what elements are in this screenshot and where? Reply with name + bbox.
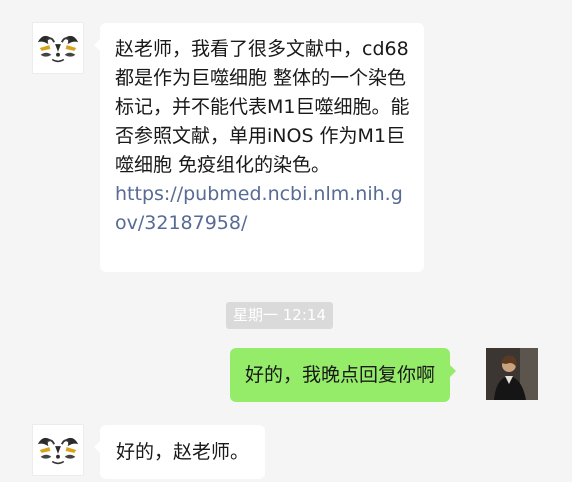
contact-avatar[interactable] xyxy=(32,22,84,74)
message-link[interactable]: https://pubmed.ncbi.nlm.nih.gov/32187958… xyxy=(115,180,412,238)
message-bubble-incoming[interactable]: 赵老师，我看了很多文献中，cd68 都是作为巨噬细胞 整体的一个染色标记，并不能… xyxy=(94,23,424,272)
message-text: 赵老师，我看了很多文献中，cd68 都是作为巨噬细胞 整体的一个染色标记，并不能… xyxy=(115,38,410,176)
self-avatar[interactable] xyxy=(486,348,538,400)
message-text: 好的，我晚点回复你啊 xyxy=(245,364,436,386)
message-bubble-outgoing[interactable]: 好的，我晚点回复你啊 xyxy=(230,348,457,402)
message-text: 好的，赵老师。 xyxy=(116,441,250,463)
user-photo-icon xyxy=(486,348,538,400)
message-bubble-incoming[interactable]: 好的，赵老师。 xyxy=(93,425,266,479)
contact-avatar[interactable] xyxy=(32,424,84,476)
stylized-face-logo-icon xyxy=(37,437,79,465)
timestamp-badge: 星期一 12:14 xyxy=(226,302,333,329)
stylized-face-logo-icon xyxy=(37,35,79,63)
